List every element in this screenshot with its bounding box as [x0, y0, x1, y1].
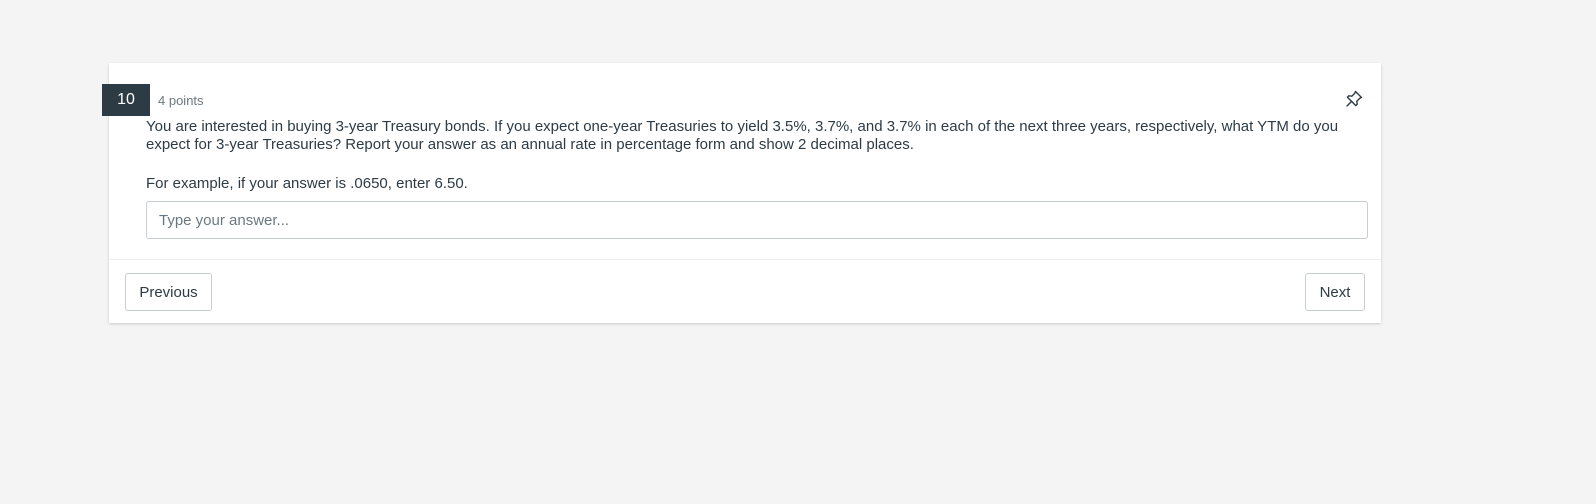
question-prompt: You are interested in buying 3-year Trea…	[146, 118, 1339, 153]
answer-input[interactable]	[146, 201, 1368, 239]
question-points: 4 points	[158, 93, 204, 108]
question-card	[109, 63, 1381, 323]
footer-divider	[109, 259, 1381, 260]
question-number-badge: 10	[102, 84, 150, 116]
previous-button[interactable]: Previous	[125, 273, 212, 311]
next-button[interactable]: Next	[1305, 273, 1365, 311]
pin-question-button[interactable]	[1343, 88, 1365, 110]
pushpin-icon	[1346, 90, 1363, 107]
question-example: For example, if your answer is .0650, en…	[146, 175, 468, 192]
